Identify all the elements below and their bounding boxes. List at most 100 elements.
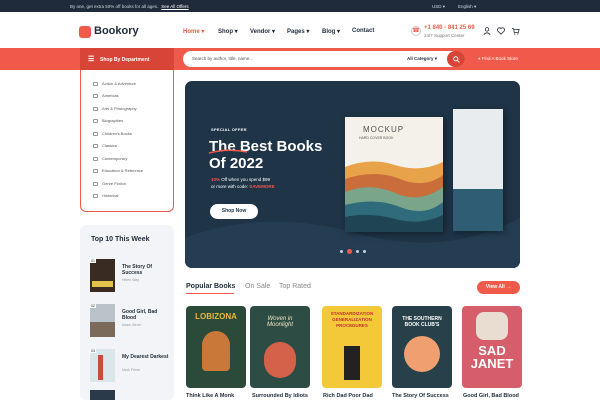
top-bar: By one, get extra 50% off books for all … bbox=[0, 0, 600, 12]
book-cover-image bbox=[90, 390, 115, 400]
hero-tag: SPECIAL OFFER bbox=[211, 127, 247, 132]
book-label2: HARD COVER BOOK bbox=[359, 136, 394, 140]
book-cover-text: LOBIZONA bbox=[195, 312, 237, 321]
top10-item[interactable] bbox=[90, 390, 170, 400]
shop-by-department-button[interactable]: ☰ Shop By Department bbox=[80, 48, 174, 70]
nav-blog[interactable]: Blog ▾ bbox=[322, 28, 340, 35]
category-item[interactable]: Contemporary bbox=[93, 156, 127, 161]
category-item[interactable]: Education & Reference bbox=[93, 168, 143, 173]
tab-popular-books[interactable]: Popular Books bbox=[186, 283, 235, 290]
top10-item[interactable]: 02 Good Girl, Bad Blood Adam Strom bbox=[90, 304, 170, 340]
rank-number: 03 bbox=[90, 349, 96, 353]
carousel-dot-active[interactable] bbox=[347, 249, 352, 254]
tab-top-rated[interactable]: Top Rated bbox=[279, 283, 311, 290]
book-cover-text: Woven in Moonlight bbox=[266, 316, 293, 328]
book-author: Helen Way bbox=[122, 278, 139, 282]
nav-shop[interactable]: Shop ▾ bbox=[218, 28, 238, 35]
phone-icon: ☎ bbox=[411, 26, 421, 36]
book-mockup-image: MOCKUP HARD COVER BOOK bbox=[345, 117, 443, 232]
category-menu: Action & Adventure Americas Arts & Photo… bbox=[80, 70, 174, 212]
book-spine-image bbox=[453, 109, 503, 231]
currency-select[interactable]: USD ▾ bbox=[432, 4, 445, 10]
hero-title: The Best Books Of 2022 bbox=[209, 138, 322, 172]
nav-pages[interactable]: Pages ▾ bbox=[287, 28, 309, 35]
book-title[interactable]: Rich Dad Poor Dad bbox=[323, 393, 373, 399]
category-icon bbox=[93, 168, 98, 173]
user-icon[interactable] bbox=[483, 27, 491, 37]
nav-home[interactable]: Home ▾ bbox=[183, 28, 204, 35]
menu-icon: ☰ bbox=[88, 56, 95, 63]
category-item[interactable]: Children's Books bbox=[93, 131, 132, 136]
book-cover-image bbox=[90, 304, 115, 337]
search-box: Search by author, title, name... All Cat… bbox=[183, 51, 465, 67]
rank-number: 02 bbox=[90, 304, 96, 308]
logo-icon[interactable] bbox=[79, 26, 91, 38]
category-item[interactable]: Classics bbox=[93, 143, 117, 148]
category-icon bbox=[93, 193, 98, 198]
category-icon bbox=[93, 131, 98, 136]
search-input[interactable]: Search by author, title, name... bbox=[192, 56, 253, 61]
category-item[interactable]: Biographies bbox=[93, 118, 123, 123]
category-item[interactable]: Action & Adventure bbox=[93, 81, 136, 86]
rank-number: 01 bbox=[90, 259, 96, 263]
category-icon bbox=[93, 118, 98, 123]
find-store-link[interactable]: ⌖ Find A Book Store bbox=[478, 56, 518, 61]
nav-vendor[interactable]: Vendor ▾ bbox=[250, 28, 275, 35]
language-select[interactable]: English ▾ bbox=[458, 4, 476, 10]
carousel-dot[interactable] bbox=[363, 250, 366, 253]
hero-underline bbox=[208, 149, 248, 154]
category-icon bbox=[93, 181, 98, 186]
top10-item[interactable]: 03 My Dearest Darkest Mark Prime bbox=[90, 349, 170, 385]
category-icon bbox=[93, 81, 98, 86]
book-title: The Story Of Success bbox=[122, 264, 153, 276]
see-all-offers-link[interactable]: See All Offers bbox=[161, 4, 188, 9]
book-cover-image bbox=[90, 349, 115, 382]
book-art-image bbox=[345, 161, 443, 232]
book-card[interactable]: STANDARDIZATION GENERALIZATION PROCEDURE… bbox=[322, 306, 382, 388]
category-item[interactable]: Historical bbox=[93, 193, 118, 198]
book-card[interactable]: THE SOUTHERN BOOK CLUB'S bbox=[392, 306, 452, 388]
hero-subtitle: 10% Off when you spend $99 or more with … bbox=[211, 177, 275, 189]
category-icon bbox=[93, 106, 98, 111]
cart-icon[interactable] bbox=[511, 27, 520, 37]
category-dropdown[interactable]: All Category ▾ bbox=[407, 56, 437, 62]
book-title[interactable]: Think Like A Monk bbox=[186, 393, 234, 399]
currency-label: USD bbox=[432, 3, 442, 9]
promo-label: By one, get extra 50% off books for all … bbox=[70, 3, 159, 9]
book-title[interactable]: The Story Of Success bbox=[392, 393, 449, 399]
category-item[interactable]: Genre Fiction bbox=[93, 181, 126, 186]
book-cover-image bbox=[90, 259, 115, 292]
shop-now-button[interactable]: Shop Now bbox=[210, 204, 258, 219]
book-card[interactable]: LOBIZONA bbox=[186, 306, 246, 388]
phone-number[interactable]: +1 840 - 841 25 69 bbox=[424, 25, 475, 31]
hero-banner: SPECIAL OFFER The Best Books Of 2022 10%… bbox=[185, 81, 520, 268]
book-cover-text: THE SOUTHERN BOOK CLUB'S bbox=[402, 316, 442, 328]
language-label: English bbox=[458, 3, 473, 9]
support-label: 24/7 Support Center bbox=[424, 33, 465, 38]
book-author: Adam Strom bbox=[122, 323, 142, 327]
top-10-panel: Top 10 This Week 01 The Story Of Success… bbox=[80, 225, 174, 400]
category-icon bbox=[93, 156, 98, 161]
search-icon[interactable] bbox=[447, 51, 465, 67]
book-title[interactable]: Surrounded By Idiots bbox=[252, 393, 308, 399]
view-all-button[interactable]: View All → bbox=[477, 281, 520, 294]
carousel-dot[interactable] bbox=[340, 250, 343, 253]
carousel-dot[interactable] bbox=[356, 250, 359, 253]
active-tab-indicator bbox=[186, 293, 234, 294]
book-title[interactable]: Good Girl, Bad Blood bbox=[463, 393, 519, 399]
category-item[interactable]: Arts & Photography bbox=[93, 106, 137, 111]
promo-text: By one, get extra 50% off books for all … bbox=[70, 4, 189, 9]
category-icon bbox=[93, 143, 98, 148]
top-10-title: Top 10 This Week bbox=[91, 236, 150, 243]
book-card[interactable]: SAD JANET bbox=[462, 306, 522, 388]
hero-title-line2: Of 2022 bbox=[209, 155, 264, 172]
book-title: Good Girl, Bad Blood bbox=[122, 309, 158, 321]
logo-text[interactable]: Bookory bbox=[94, 25, 139, 37]
book-card[interactable]: Woven in Moonlight bbox=[250, 306, 310, 388]
category-item[interactable]: Americas bbox=[93, 93, 119, 98]
tab-on-sale[interactable]: On Sale bbox=[245, 283, 270, 290]
book-author: Mark Prime bbox=[122, 368, 140, 372]
top10-item[interactable]: 01 The Story Of Success Helen Way bbox=[90, 259, 170, 295]
heart-icon[interactable] bbox=[497, 27, 505, 37]
nav-contact[interactable]: Contact bbox=[352, 28, 374, 34]
